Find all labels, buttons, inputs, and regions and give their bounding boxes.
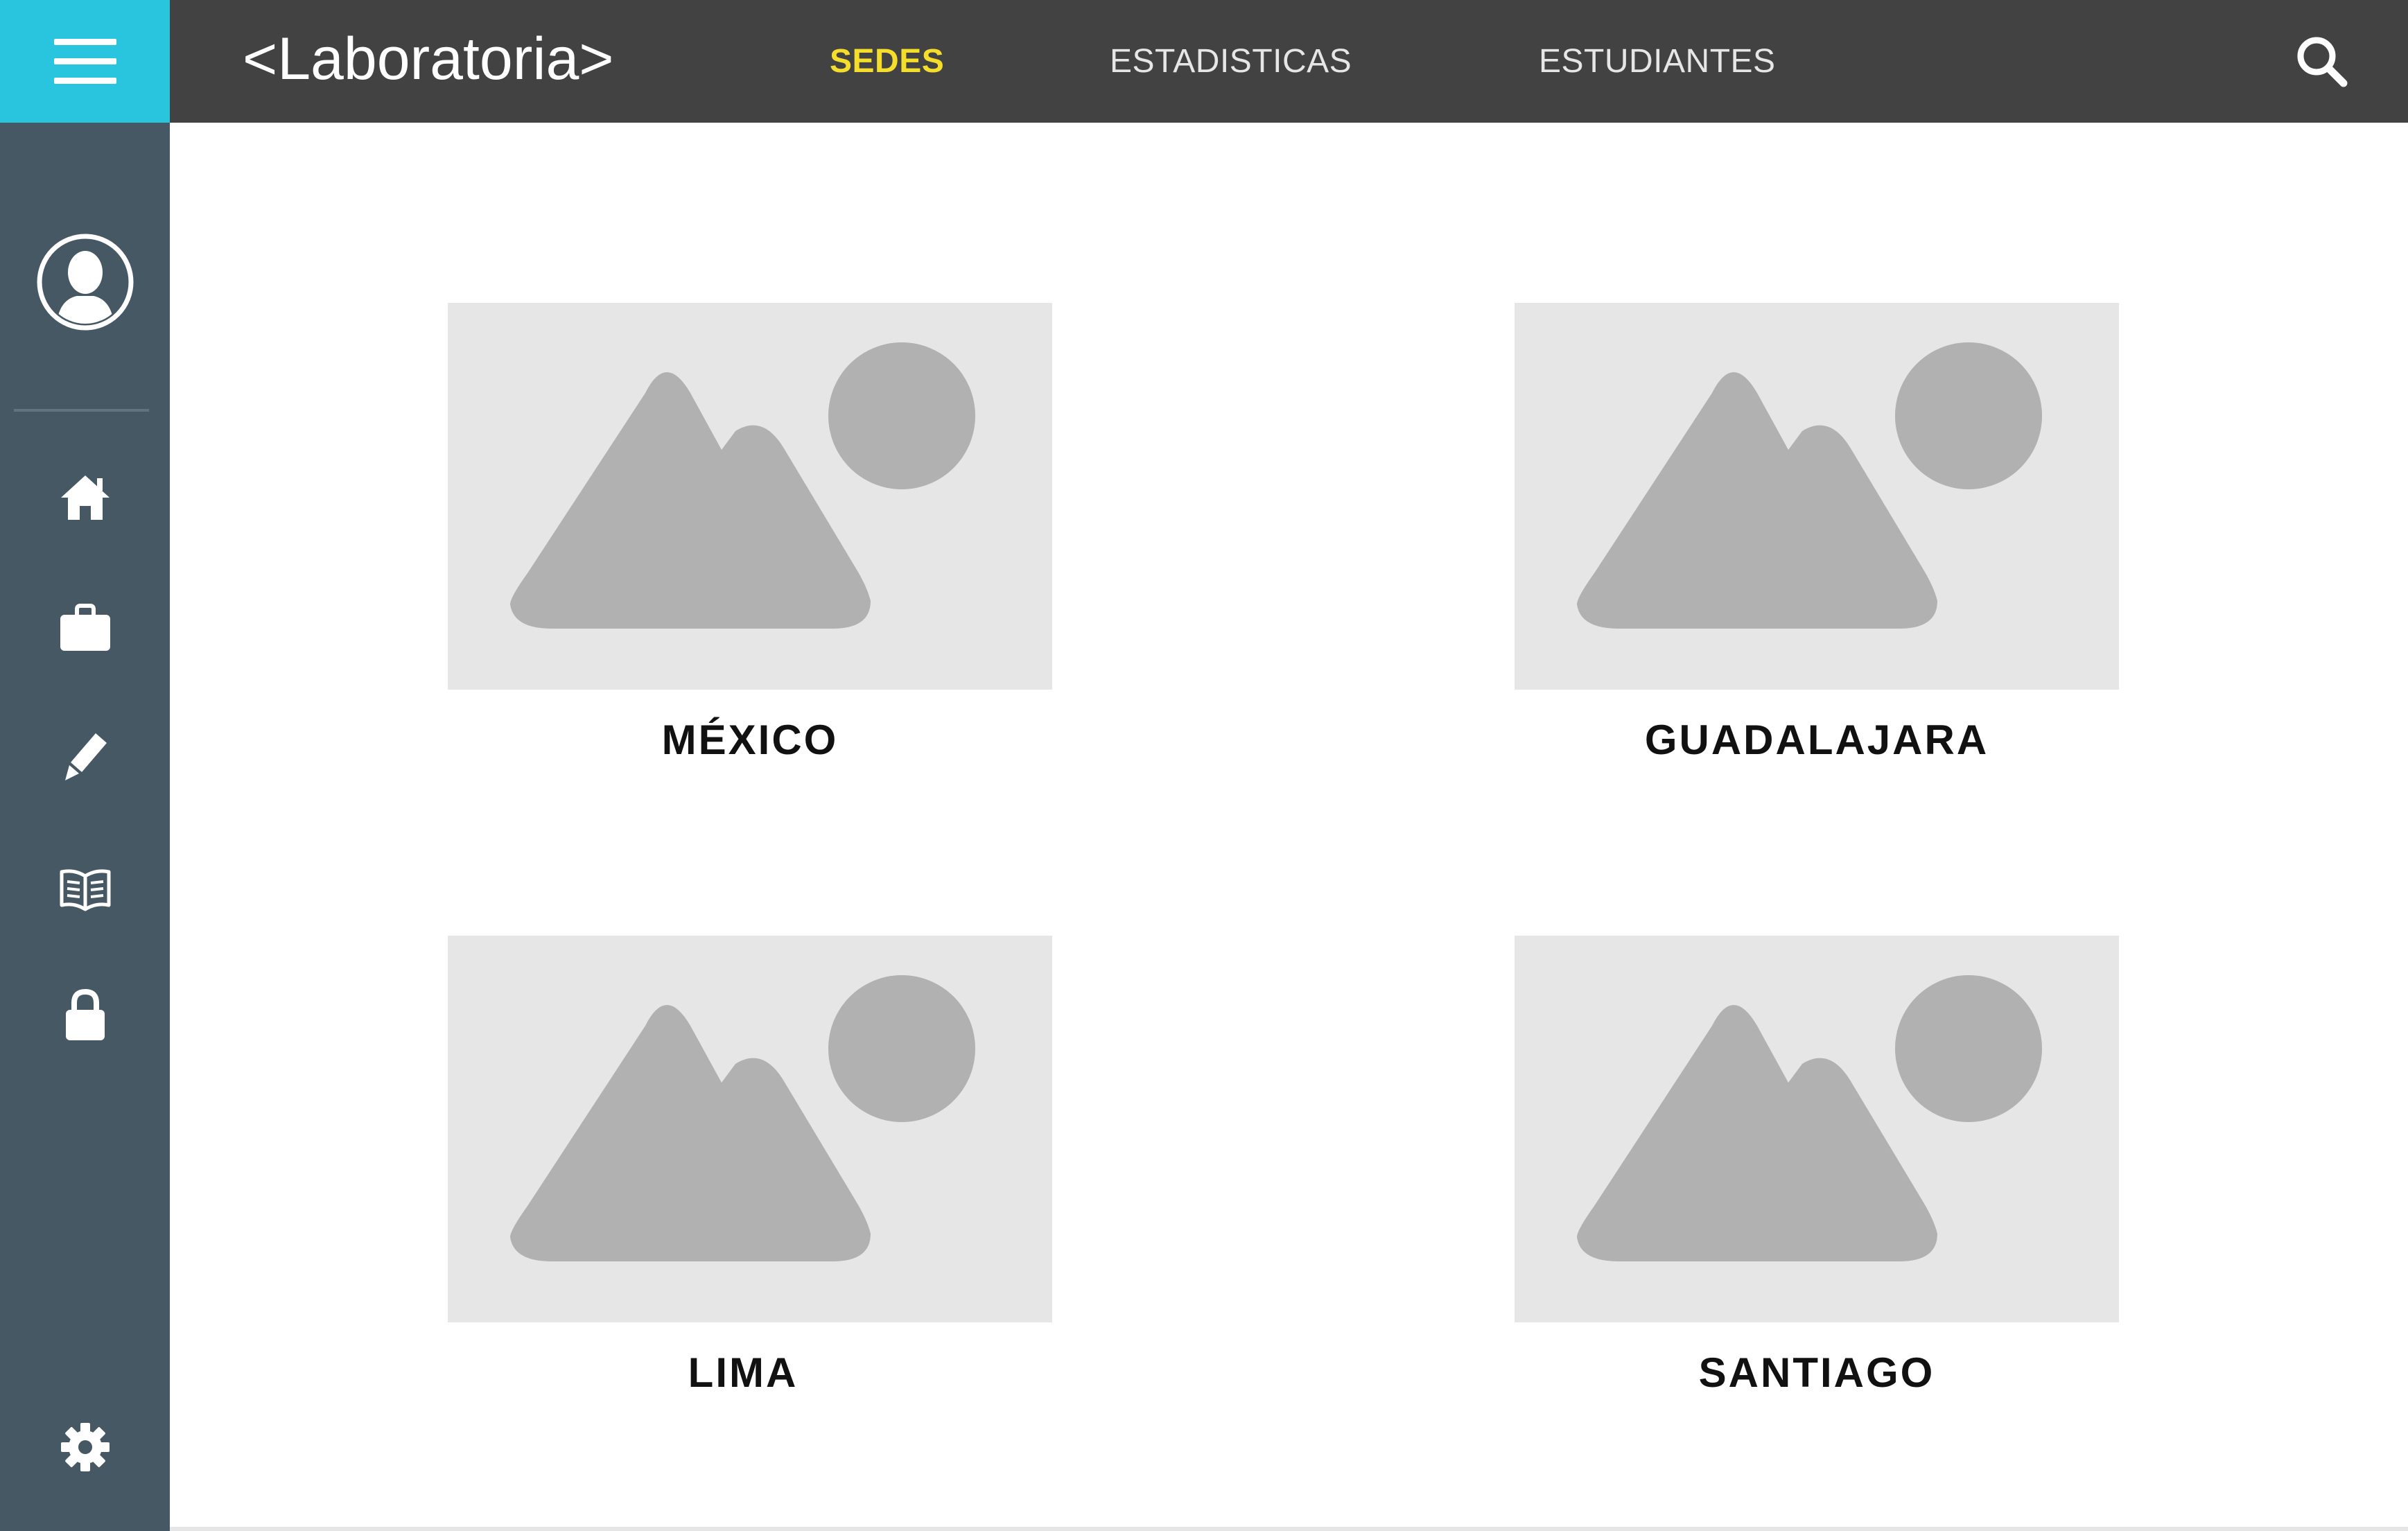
app-logo[interactable]: <Laboratoria> [243,0,614,123]
sede-name: GUADALAJARA [1644,717,1989,763]
menu-button[interactable] [0,0,170,123]
bottom-border [170,1527,2408,1531]
home-icon [60,475,110,520]
briefcase-icon [60,604,110,651]
sidebar-item-briefcase[interactable] [0,583,170,673]
sidebar [0,123,170,1531]
sidebar-divider [14,409,149,412]
image-placeholder-icon [448,936,1052,1322]
sede-name: MÉXICO [661,717,839,763]
sidebar-item-home[interactable] [0,452,170,542]
sidebar-item-settings[interactable] [0,1402,170,1492]
nav-tab-estudiantes[interactable]: ESTUDIANTES [1539,0,1776,123]
sidebar-item-courses[interactable] [0,845,170,935]
sede-card-mexico[interactable]: MÉXICO [448,303,1052,764]
sidebar-item-lock[interactable] [0,970,170,1060]
user-avatar-icon [37,234,133,331]
search-icon [2297,37,2348,87]
lock-icon [65,988,105,1040]
sede-card-santiago[interactable]: SANTIAGO [1515,936,2119,1397]
nav-tab-sedes[interactable]: SEDES [830,0,944,123]
sede-card-lima[interactable]: LIMA [448,936,1052,1397]
sede-card-guadalajara[interactable]: GUADALAJARA [1515,303,2119,764]
image-placeholder-icon [1515,303,2119,690]
book-icon [60,869,110,911]
sidebar-item-edit[interactable] [0,712,170,802]
hamburger-menu-icon [53,38,116,84]
sede-name: SANTIAGO [1698,1349,1935,1396]
gear-icon [60,1423,110,1471]
pencil-icon [64,733,107,780]
profile-button[interactable] [0,230,170,334]
nav-tab-estadisticas[interactable]: ESTADISTICAS [1110,0,1352,123]
top-bar: <Laboratoria> SEDES ESTADISTICAS ESTUDIA… [170,0,2408,123]
image-placeholder-icon [448,303,1052,690]
image-placeholder-icon [1515,936,2119,1322]
search-button[interactable] [2290,30,2353,92]
sede-name: LIMA [688,1349,799,1396]
